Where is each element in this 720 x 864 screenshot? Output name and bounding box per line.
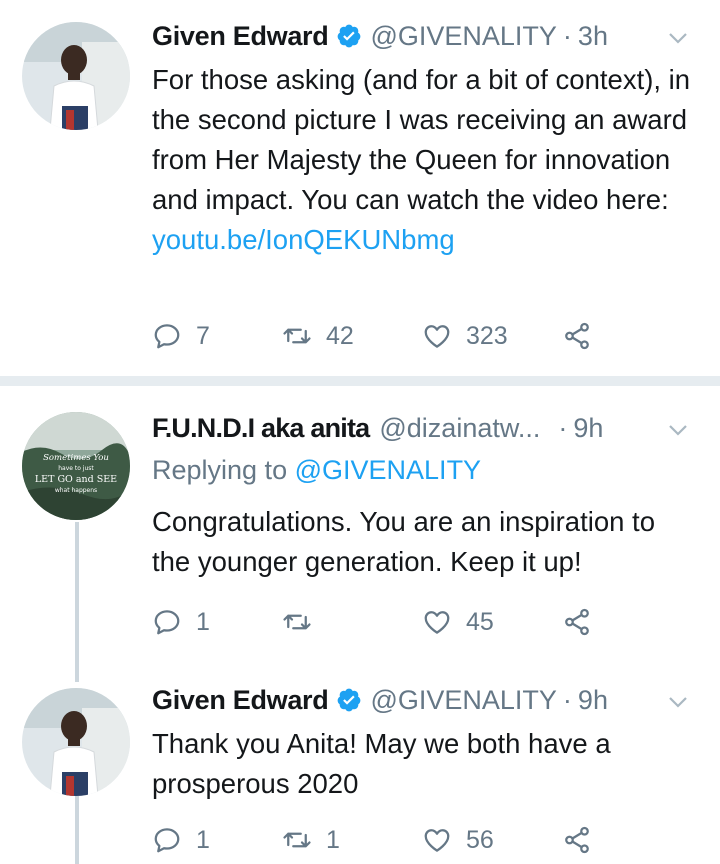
verified-badge-icon — [336, 687, 362, 713]
retweet-button[interactable]: 42 — [282, 321, 422, 351]
like-button[interactable]: 45 — [422, 607, 562, 637]
reply-icon — [152, 825, 182, 855]
avatar-quote-line-2: have to just — [58, 465, 94, 472]
avatar[interactable] — [22, 688, 130, 796]
reply-button[interactable]: 1 — [152, 607, 282, 637]
reply-button[interactable]: 7 — [152, 321, 282, 351]
reply-button[interactable]: 1 — [152, 825, 282, 855]
retweet-icon — [282, 607, 312, 637]
avatar[interactable] — [22, 22, 130, 130]
share-button[interactable] — [562, 607, 592, 637]
tweet-header: F.U.N.D.I aka anita @dizainatw... · 9h — [152, 408, 704, 448]
retweet-count: 1 — [326, 825, 340, 854]
man-portrait-icon — [22, 22, 130, 130]
tweet-header: Given Edward @GIVENALITY · 9h — [152, 680, 704, 720]
tweet[interactable]: Given Edward @GIVENALITY · 9h Thank you … — [0, 668, 720, 864]
tweet-actions: 1 45 — [152, 602, 592, 642]
timestamp[interactable]: 3h — [578, 21, 608, 52]
timestamp[interactable]: 9h — [578, 685, 608, 716]
chevron-down-icon[interactable] — [666, 690, 690, 714]
avatar-quote-line-1: Sometimes You — [43, 453, 109, 463]
heart-icon — [422, 825, 452, 855]
tweet[interactable]: Given Edward @GIVENALITY · 3h For those … — [0, 0, 720, 376]
replying-to: Replying to @GIVENALITY — [152, 450, 704, 490]
heart-icon — [422, 321, 452, 351]
tweet-actions: 1 1 56 — [152, 820, 592, 860]
reply-icon — [152, 607, 182, 637]
like-button[interactable]: 323 — [422, 321, 562, 351]
separator-dot: · — [562, 20, 572, 51]
like-button[interactable]: 56 — [422, 825, 562, 855]
tweet-text: For those asking (and for a bit of conte… — [152, 60, 692, 260]
retweet-button[interactable]: 1 — [282, 825, 422, 855]
tweet-body: For those asking (and for a bit of conte… — [152, 64, 691, 215]
verified-badge-icon — [336, 23, 362, 49]
heart-icon — [422, 607, 452, 637]
retweet-icon — [282, 321, 312, 351]
replying-prefix: Replying to — [152, 455, 288, 485]
reply-count: 1 — [196, 825, 210, 854]
separator-dot: · — [562, 684, 572, 715]
separator-dot: · — [558, 412, 568, 443]
timestamp[interactable]: 9h — [573, 413, 603, 444]
author-handle[interactable]: @GIVENALITY — [370, 21, 556, 52]
author-name[interactable]: F.U.N.D.I aka anita — [152, 413, 370, 444]
chevron-down-icon[interactable] — [666, 418, 690, 442]
share-icon — [562, 607, 592, 637]
like-count: 56 — [466, 825, 494, 854]
tweet-actions: 7 42 323 — [152, 316, 592, 356]
author-handle[interactable]: @dizainatw... — [379, 413, 540, 444]
tweet-body: Congratulations. You are an inspiration … — [152, 506, 655, 577]
reply-count: 7 — [196, 321, 210, 350]
author-handle[interactable]: @GIVENALITY — [370, 685, 556, 716]
retweet-button[interactable] — [282, 607, 422, 637]
avatar-quote-line-4: what happens — [55, 487, 97, 494]
author-name[interactable]: Given Edward — [152, 685, 329, 716]
tweet[interactable]: Sometimes You have to just LET GO and SE… — [0, 386, 720, 668]
reply-icon — [152, 321, 182, 351]
chevron-down-icon[interactable] — [666, 26, 690, 50]
reply-count: 1 — [196, 607, 210, 636]
share-button[interactable] — [562, 825, 592, 855]
share-icon — [562, 321, 592, 351]
share-icon — [562, 825, 592, 855]
man-portrait-icon — [22, 688, 130, 796]
replying-to-handle[interactable]: @GIVENALITY — [295, 455, 481, 485]
avatar-quote-line-3: LET GO and SEE — [35, 474, 117, 485]
avatar[interactable]: Sometimes You have to just LET GO and SE… — [22, 412, 130, 520]
like-count: 45 — [466, 607, 494, 636]
tweet-link[interactable]: youtu.be/IonQEKUNbmg — [152, 224, 455, 255]
tweet-body: Thank you Anita! May we both have a pros… — [152, 728, 611, 799]
conversation-divider — [0, 376, 720, 386]
quote-image-avatar-icon: Sometimes You have to just LET GO and SE… — [22, 412, 130, 520]
like-count: 323 — [466, 321, 508, 350]
author-name[interactable]: Given Edward — [152, 21, 329, 52]
retweet-icon — [282, 825, 312, 855]
tweet-header: Given Edward @GIVENALITY · 3h — [152, 16, 704, 56]
share-button[interactable] — [562, 321, 592, 351]
retweet-count: 42 — [326, 321, 354, 350]
